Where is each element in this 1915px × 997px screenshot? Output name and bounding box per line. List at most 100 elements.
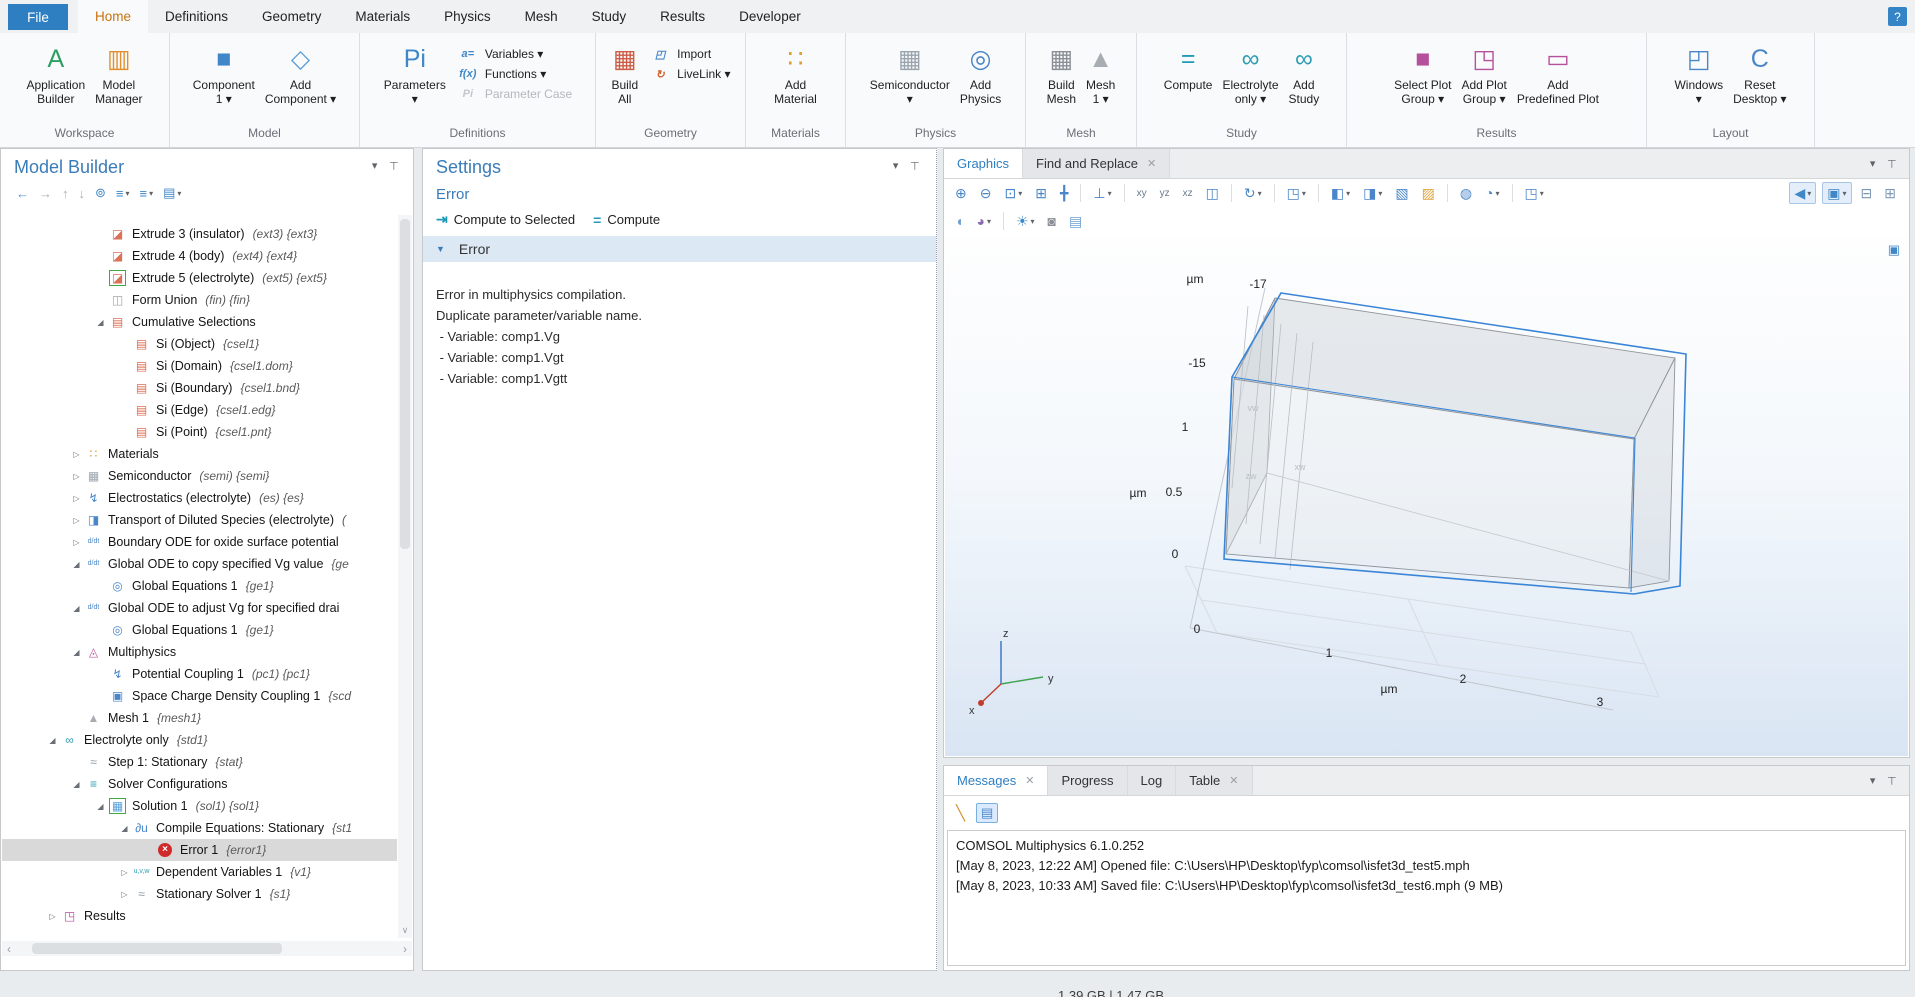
expand-closed-icon[interactable]: ▷ bbox=[68, 450, 85, 459]
panel-menu-icon[interactable]: ▾ bbox=[893, 159, 899, 172]
select-objects-icon[interactable]: ▧ bbox=[1392, 184, 1411, 203]
tree-item[interactable]: ▷∷Materials bbox=[2, 443, 397, 465]
tree-horizontal-scrollbar[interactable]: ‹ › bbox=[2, 941, 412, 956]
plot-info-icon[interactable]: ▣ bbox=[1888, 242, 1900, 258]
tree-item[interactable]: ▣Space Charge Density Coupling 1{scd bbox=[2, 685, 397, 707]
close-icon[interactable]: ✕ bbox=[1147, 157, 1156, 170]
expand-closed-icon[interactable]: ▷ bbox=[116, 868, 133, 877]
windows-button[interactable]: ◰Windows ▾ bbox=[1669, 38, 1728, 108]
zoom-in-icon[interactable]: ⊕ bbox=[952, 184, 970, 203]
tree-item[interactable]: ▷u,v,wDependent Variables 1{v1} bbox=[2, 861, 397, 883]
panel-menu-icon[interactable]: ▾ bbox=[372, 159, 378, 172]
expand-open-icon[interactable]: ◢ bbox=[68, 604, 85, 613]
semiconductor-button[interactable]: ▦Semiconductor ▾ bbox=[865, 38, 955, 108]
view-yz-icon[interactable]: yz bbox=[1157, 187, 1173, 200]
chevron-down-icon[interactable]: ∨ bbox=[398, 925, 412, 936]
menu-tab-definitions[interactable]: Definitions bbox=[148, 0, 245, 33]
zoom-box-icon[interactable]: ⊡▾ bbox=[1001, 184, 1025, 203]
messages-tab-progress[interactable]: Progress bbox=[1048, 766, 1127, 795]
clear-messages-button[interactable]: ╲ bbox=[953, 803, 968, 823]
rotate-icon[interactable]: ↻▾ bbox=[1241, 184, 1265, 203]
split-horizontal-icon[interactable]: ⊟ bbox=[1858, 184, 1876, 203]
tree-item[interactable]: ▤Si (Object){csel1} bbox=[2, 333, 397, 355]
expand-closed-icon[interactable]: ▷ bbox=[44, 912, 61, 921]
tree-item[interactable]: ▷≈Stationary Solver 1{s1} bbox=[2, 883, 397, 905]
tree-item[interactable]: ▲Mesh 1{mesh1} bbox=[2, 707, 397, 729]
reset-desktop-button[interactable]: CReset Desktop ▾ bbox=[1728, 38, 1791, 108]
tree-item[interactable]: ◢d/dtGlobal ODE to adjust Vg for specifi… bbox=[2, 597, 397, 619]
tree-item[interactable]: ◪Extrude 5 (electrolyte)(ext5) {ext5} bbox=[2, 267, 397, 289]
tree-item[interactable]: ◫Form Union(fin) {fin} bbox=[2, 289, 397, 311]
camera-icon[interactable]: ◙ bbox=[1045, 212, 1059, 230]
expand-closed-icon[interactable]: ▷ bbox=[68, 538, 85, 547]
expand-open-icon[interactable]: ◢ bbox=[116, 824, 133, 833]
tree-item[interactable]: ◢≡Solver Configurations bbox=[2, 773, 397, 795]
model-manager-button[interactable]: ▥Model Manager bbox=[90, 38, 147, 108]
messages-tab-messages[interactable]: Messages✕ bbox=[944, 766, 1048, 795]
plot-previous-icon[interactable]: ◀▾ bbox=[1789, 182, 1816, 204]
component-1-button[interactable]: ■Component 1 ▾ bbox=[188, 38, 260, 108]
electrolyte-only-button[interactable]: ∞Electrolyte only ▾ bbox=[1217, 38, 1283, 108]
pin-icon[interactable]: ⊥ bbox=[910, 159, 920, 172]
messages-log[interactable]: COMSOL Multiphysics 6.1.0.252 [May 8, 20… bbox=[947, 830, 1906, 966]
player-icon[interactable]: ◕▾ bbox=[973, 212, 993, 230]
import-button[interactable]: ◰Import bbox=[649, 47, 730, 61]
livelink-button[interactable]: ↻LiveLink ▾ bbox=[649, 67, 730, 81]
scrollbar-thumb[interactable] bbox=[32, 943, 282, 954]
mesh-1-button[interactable]: ▲Mesh 1 ▾ bbox=[1081, 38, 1120, 108]
tree-item[interactable]: ▷↯Electrostatics (electrolyte)(es) {es} bbox=[2, 487, 397, 509]
menu-tab-study[interactable]: Study bbox=[575, 0, 644, 33]
expand-all-icon[interactable]: ≡▾ bbox=[137, 185, 157, 202]
add-component-button[interactable]: ◇Add Component ▾ bbox=[260, 38, 341, 108]
expand-closed-icon[interactable]: ▷ bbox=[116, 890, 133, 899]
panel-menu-icon[interactable]: ▾ bbox=[1870, 774, 1876, 787]
tree-item[interactable]: ▷◳Results bbox=[2, 905, 397, 927]
messages-tab-table[interactable]: Table✕ bbox=[1176, 766, 1252, 795]
section-collapse-icon[interactable]: ▼ bbox=[436, 244, 445, 254]
functions-button[interactable]: f(x)Functions ▾ bbox=[457, 67, 572, 81]
tree-item[interactable]: ◢∂uCompile Equations: Stationary{st1 bbox=[2, 817, 397, 839]
email-log-button[interactable]: ▤ bbox=[976, 803, 998, 823]
tree-item[interactable]: ▤Si (Point){csel1.pnt} bbox=[2, 421, 397, 443]
expand-open-icon[interactable]: ◢ bbox=[92, 802, 109, 811]
menu-tab-results[interactable]: Results bbox=[643, 0, 722, 33]
pan-icon[interactable]: ╋ bbox=[1057, 184, 1071, 203]
tree-item[interactable]: ◢▦Solution 1(sol1) {sol1} bbox=[2, 795, 397, 817]
expand-closed-icon[interactable]: ▷ bbox=[68, 472, 85, 481]
help-icon[interactable]: ? bbox=[1888, 7, 1907, 26]
tree-item[interactable]: ×Error 1{error1} bbox=[2, 839, 397, 861]
pin-icon[interactable]: ⊥ bbox=[1887, 157, 1897, 170]
add-physics-button[interactable]: ◎Add Physics bbox=[955, 38, 1006, 108]
application-builder-button[interactable]: AApplication Builder bbox=[21, 38, 90, 108]
snapshot-icon[interactable]: ☀▾ bbox=[1013, 212, 1038, 231]
tree-item[interactable]: ≈Step 1: Stationary{stat} bbox=[2, 751, 397, 773]
compute-button[interactable]: =Compute bbox=[1159, 38, 1218, 94]
compute-to-selected-button[interactable]: ⇥Compute to Selected bbox=[436, 211, 575, 228]
move-down-icon[interactable]: ↓ bbox=[76, 185, 89, 202]
graphics-tab-graphics[interactable]: Graphics bbox=[944, 149, 1023, 178]
show-icon[interactable]: ⊚ bbox=[92, 184, 109, 202]
tree-item[interactable]: ▷◨Transport of Diluted Species (electrol… bbox=[2, 509, 397, 531]
add-study-button[interactable]: ∞Add Study bbox=[1284, 38, 1325, 108]
tree-item[interactable]: ◎Global Equations 1{ge1} bbox=[2, 575, 397, 597]
parameters-button[interactable]: PiParameters ▾ bbox=[379, 38, 451, 108]
expand-closed-icon[interactable]: ▷ bbox=[68, 516, 85, 525]
tree-item[interactable]: ◪Extrude 3 (insulator)(ext3) {ext3} bbox=[2, 223, 397, 245]
zoom-extents-icon[interactable]: ⊞ bbox=[1032, 184, 1050, 203]
print-icon[interactable]: ▤ bbox=[1066, 212, 1085, 231]
perspective-icon[interactable]: ◫ bbox=[1203, 184, 1222, 203]
messages-tab-log[interactable]: Log bbox=[1128, 766, 1177, 795]
tree-item[interactable]: ◢◬Multiphysics bbox=[2, 641, 397, 663]
scroll-right-icon[interactable]: › bbox=[398, 942, 412, 956]
close-icon[interactable]: ✕ bbox=[1229, 774, 1238, 787]
plot-window-icon[interactable]: ▣▾ bbox=[1822, 182, 1851, 204]
tree-item[interactable]: ◎Global Equations 1{ge1} bbox=[2, 619, 397, 641]
menu-tab-mesh[interactable]: Mesh bbox=[508, 0, 575, 33]
view-xz-icon[interactable]: xz bbox=[1180, 187, 1196, 200]
material-rendering-icon[interactable]: ◨▾ bbox=[1360, 184, 1385, 203]
close-icon[interactable]: ✕ bbox=[1025, 774, 1034, 787]
collapse-all-icon[interactable]: ≡▾ bbox=[113, 185, 133, 202]
pin-icon[interactable]: ⊥ bbox=[389, 159, 399, 172]
expand-open-icon[interactable]: ◢ bbox=[68, 780, 85, 789]
expand-closed-icon[interactable]: ▷ bbox=[68, 494, 85, 503]
